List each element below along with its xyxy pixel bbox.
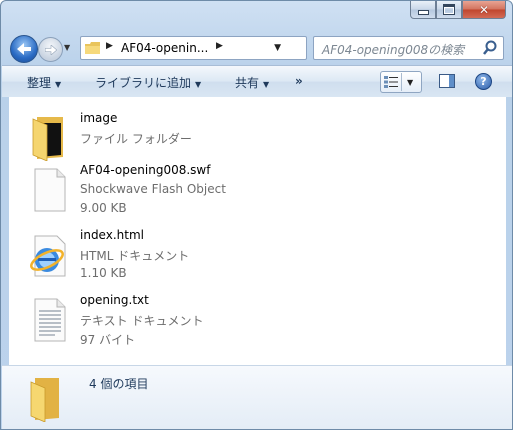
folder-icon (30, 378, 59, 422)
navigation-bar: ▼ ▶ AF04-openin... ▶ ▼ AF04-opening008の検… (1, 31, 512, 65)
command-bar: 整理 ▼ ライブラリに追加 ▼ 共有 ▼ » ▼ ? (2, 65, 512, 97)
arrow-left-icon (17, 43, 31, 55)
text-file-icon (34, 298, 66, 342)
chevron-down-icon: ▼ (55, 80, 62, 89)
chevron-down-icon: ▼ (263, 80, 270, 89)
help-icon: ? (480, 75, 487, 88)
arrow-right-icon (44, 44, 57, 55)
folder-icon (32, 117, 63, 161)
search-box[interactable]: AF04-opening008の検索 (313, 36, 504, 60)
address-dropdown-icon[interactable]: ▼ (274, 43, 281, 53)
add-to-library-label: ライブラリに追加 (95, 76, 192, 90)
organize-menu[interactable]: 整理 ▼ (27, 74, 61, 91)
file-name[interactable]: opening.txt (80, 293, 149, 307)
list-item[interactable]: image ファイル フォルダー (23, 111, 473, 171)
file-size: 9.00 KB (80, 201, 127, 215)
item-count: 4 個の項目 (89, 377, 149, 391)
file-type: ファイル フォルダー (80, 132, 192, 146)
folder-icon (85, 42, 100, 54)
maximize-button[interactable] (436, 1, 462, 19)
file-size: 97 バイト (80, 333, 136, 347)
minimize-icon (417, 9, 429, 15)
internet-explorer-icon (30, 235, 66, 277)
search-placeholder[interactable]: AF04-opening008の検索 (322, 41, 464, 58)
close-icon: ✕ (478, 2, 490, 17)
file-type: テキスト ドキュメント (80, 314, 204, 328)
list-item[interactable]: opening.txt テキスト ドキュメント 97 バイト (23, 293, 473, 353)
chevron-down-icon: ▼ (407, 77, 414, 87)
search-icon[interactable] (483, 40, 497, 56)
forward-button[interactable] (38, 37, 63, 62)
explorer-window: ✕ ▼ ▶ AF04-openin... ▶ ▼ AF04-opening008… (0, 0, 513, 430)
details-view-icon (381, 73, 402, 91)
list-item[interactable]: AF04-opening008.swf Shockwave Flash Obje… (23, 163, 473, 223)
add-to-library-menu[interactable]: ライブラリに追加 ▼ (95, 74, 201, 91)
change-view-button[interactable]: ▼ (380, 71, 422, 93)
breadcrumb-separator-icon[interactable]: ▶ (216, 41, 223, 51)
breadcrumb-current[interactable]: AF04-openin... (121, 41, 208, 55)
file-size: 1.10 KB (80, 266, 127, 280)
file-name[interactable]: image (80, 111, 117, 125)
share-label: 共有 (235, 76, 260, 90)
details-pane: 4 個の項目 (2, 365, 512, 429)
recent-pages-dropdown[interactable]: ▼ (64, 43, 70, 52)
more-commands-button[interactable]: » (295, 74, 303, 88)
caption-buttons: ✕ (410, 1, 506, 21)
minimize-button[interactable] (410, 1, 436, 19)
help-button[interactable]: ? (475, 73, 492, 90)
preview-pane-button[interactable] (439, 74, 455, 88)
organize-label: 整理 (27, 76, 52, 90)
chevron-down-icon: ▼ (195, 80, 202, 89)
address-bar[interactable]: ▶ AF04-openin... ▶ ▼ (80, 36, 381, 60)
close-button[interactable]: ✕ (462, 1, 506, 19)
blank-file-icon (34, 168, 66, 212)
list-item[interactable]: index.html HTML ドキュメント 1.10 KB (23, 228, 473, 288)
file-type: Shockwave Flash Object (80, 182, 226, 196)
file-list: image ファイル フォルダー AF04-opening008.swf Sho… (9, 97, 506, 365)
file-name[interactable]: index.html (80, 228, 144, 242)
file-name[interactable]: AF04-opening008.swf (80, 163, 210, 177)
back-button[interactable] (10, 35, 38, 63)
maximize-icon (443, 4, 455, 15)
share-menu[interactable]: 共有 ▼ (235, 74, 269, 91)
breadcrumb-separator-icon[interactable]: ▶ (106, 41, 113, 51)
file-type: HTML ドキュメント (80, 249, 190, 263)
